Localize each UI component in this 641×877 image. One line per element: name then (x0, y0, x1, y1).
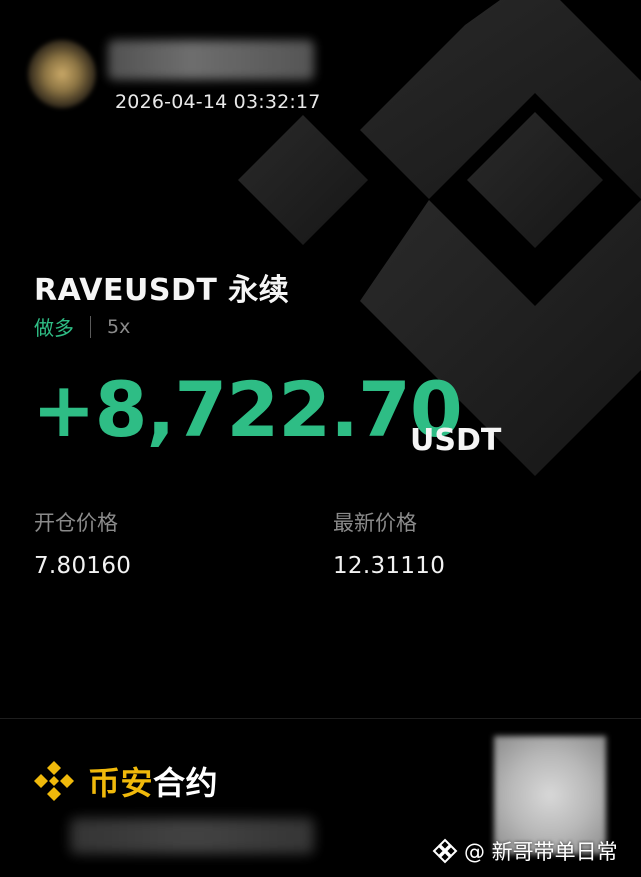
pnl-unit: USDT (410, 423, 502, 458)
position-side: 做多 (34, 316, 74, 340)
brand-logo: 币安合约 (30, 757, 218, 805)
contract-symbol: RAVEUSDT 永续 (34, 273, 290, 308)
mark-price-value: 12.31110 (333, 553, 446, 579)
mark-price-label: 最新价格 (333, 511, 417, 535)
brand-name-gold: 币安 (88, 764, 154, 802)
entry-price-block: 开仓价格 7.80160 (34, 507, 131, 579)
timestamp: 2026-04-14 03:32:17 (115, 91, 321, 113)
diamond-logo-icon (432, 838, 458, 864)
position-side-row: 做多 5x (34, 312, 130, 341)
entry-price-value: 7.80160 (34, 553, 132, 579)
binance-logo-icon (34, 761, 74, 801)
avatar (28, 40, 96, 108)
watermark-text: @ 新哥带单日常 (464, 840, 618, 864)
leverage: 5x (107, 315, 131, 338)
mark-price-block: 最新价格 12.31110 (333, 507, 445, 579)
brand-name: 币安合约 (88, 758, 218, 804)
brand-name-white: 合约 (153, 764, 219, 802)
pnl-value: +8,722.70 (32, 365, 463, 454)
referral-redacted (70, 818, 314, 854)
watermark: @ 新哥带单日常 (432, 836, 618, 866)
divider (0, 718, 641, 719)
separator (90, 315, 91, 338)
entry-price-label: 开仓价格 (34, 511, 118, 535)
username-redacted (108, 40, 314, 80)
